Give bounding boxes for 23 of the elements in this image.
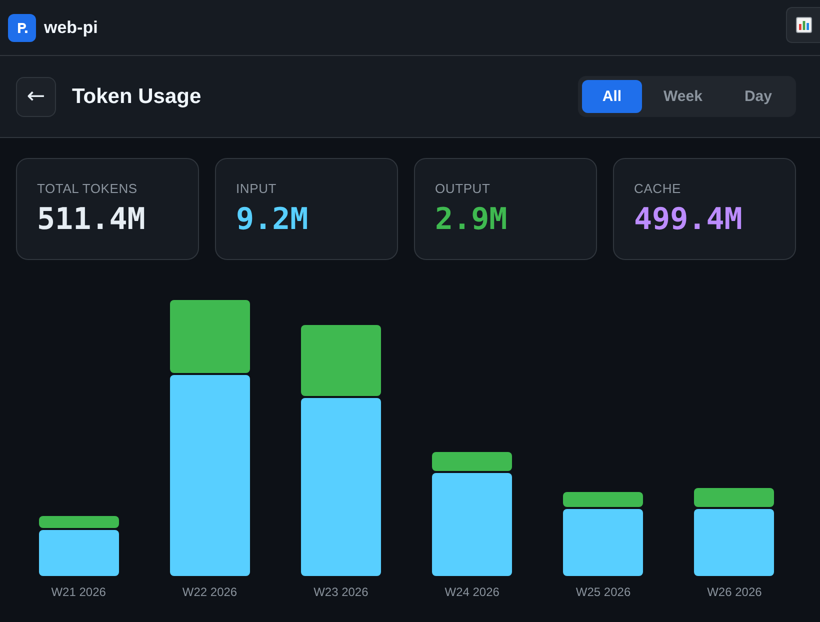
bar-chart-icon [796,16,812,32]
range-tab[interactable]: Week [644,80,722,113]
week-label: W21 2026 [51,585,106,599]
stat-value: 2.9M [435,202,508,238]
stat-value: 499.4M [634,202,742,238]
back-button[interactable]: ← [16,76,56,116]
week-label: W26 2026 [707,585,762,599]
logo-icon [8,14,36,42]
stat-label: OUTPUT [435,181,490,196]
stat-value: 511.4M [37,202,146,238]
stat-value: 9.2M [236,202,308,238]
week-label: W23 2026 [314,585,368,599]
stat-label: TOTAL TOKENS [37,181,138,196]
range-tab[interactable]: All [582,80,642,113]
range-tab[interactable]: Day [724,80,792,113]
stat-label: INPUT [236,181,276,196]
week-label: W22 2026 [182,585,238,599]
page-title: Token Usage [72,84,202,108]
chart-button[interactable] [786,6,820,42]
week-label: W25 2026 [576,585,631,599]
week-label: W24 2026 [444,585,500,599]
app-name: web-pi [44,18,98,38]
stat-label: CACHE [634,181,682,196]
